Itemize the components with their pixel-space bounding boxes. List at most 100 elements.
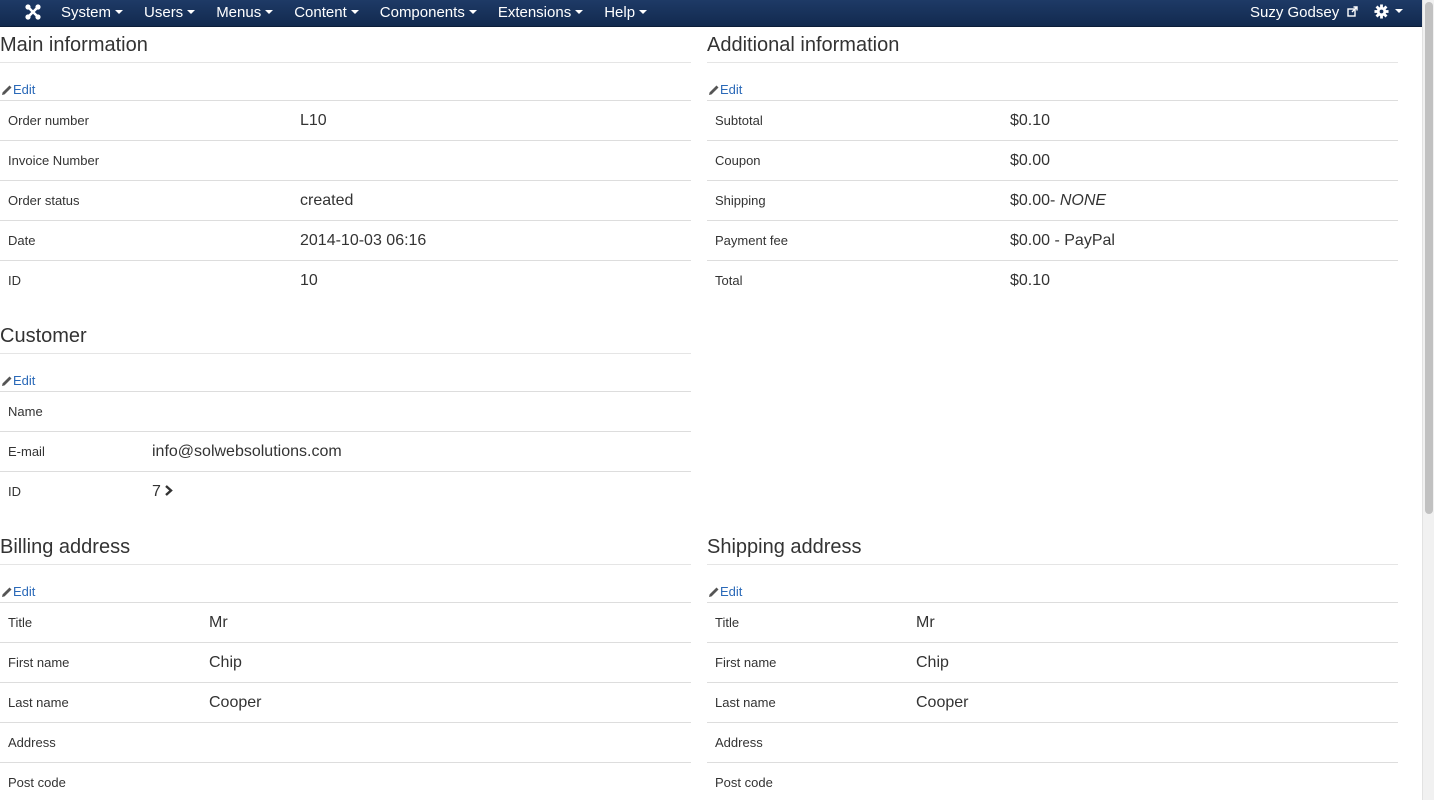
table-row: Post code (707, 763, 1398, 800)
menu-menus[interactable]: Menus (205, 0, 283, 27)
section-title: Additional information (707, 28, 1398, 63)
row-value: 10 (300, 271, 318, 289)
row-label: Title (715, 615, 740, 630)
row-label: ID (8, 484, 21, 500)
row-label: Payment fee (715, 233, 788, 248)
table-row: Last name Cooper (707, 683, 1398, 723)
table-row: Name (0, 392, 691, 432)
row-label: Address (8, 735, 56, 750)
row-value: $0.00 - PayPal (1010, 231, 1115, 249)
scrollbar-thumb[interactable] (1425, 2, 1433, 514)
table-row: Order number L10 (0, 101, 691, 141)
row-value (201, 763, 691, 800)
edit-billing-address-link[interactable]: Edit (0, 584, 35, 600)
menu-components[interactable]: Components (369, 0, 487, 27)
row-value: $0.10 (1010, 111, 1051, 129)
edit-additional-information-link[interactable]: Edit (707, 82, 742, 98)
gear-icon (1374, 4, 1389, 19)
caret-down-icon (468, 10, 477, 15)
row-value: Cooper (916, 693, 969, 711)
caret-down-icon (350, 10, 359, 15)
table-row: Address (0, 723, 691, 763)
row-value (144, 392, 691, 432)
row-label: Invoice Number (8, 153, 100, 168)
table-row: Shipping $0.00- NONE (707, 181, 1398, 221)
row-label: Order number (8, 113, 89, 128)
row-value: 2014-10-03 06:16 (300, 231, 427, 249)
table-row: Coupon $0.00 (707, 141, 1398, 181)
section-title: Main information (0, 28, 691, 63)
row-value: Mr (916, 613, 935, 631)
caret-down-icon (265, 10, 274, 15)
settings-dropdown[interactable] (1374, 4, 1403, 19)
row-value: Cooper (209, 693, 262, 711)
table-row: ID 10 (0, 261, 691, 301)
customer-table: Name E-mail info@solwebsolutions.com ID 7 (0, 391, 691, 512)
caret-down-icon (575, 10, 584, 15)
row-label: Coupon (715, 153, 761, 168)
row-value (908, 763, 1398, 800)
table-row: Last name Cooper (0, 683, 691, 723)
row-label: Last name (715, 695, 776, 710)
section-title: Customer (0, 319, 691, 354)
table-row: Post code (0, 763, 691, 800)
user-site-link[interactable]: Suzy Godsey (1250, 0, 1359, 25)
chevron-right-icon[interactable] (164, 485, 173, 496)
menu-system[interactable]: System (50, 0, 133, 27)
row-label: Last name (8, 695, 69, 710)
row-value: created (300, 191, 354, 209)
shipping-address-table: Title Mr First name Chip Last name Cooper A… (707, 602, 1398, 800)
row-value: Chip (209, 653, 242, 671)
joomla-logo-icon[interactable] (24, 3, 42, 21)
row-value: Chip (916, 653, 949, 671)
row-label: Address (715, 735, 763, 750)
edit-shipping-address-link[interactable]: Edit (707, 584, 742, 600)
table-row: Payment fee $0.00 - PayPal (707, 221, 1398, 261)
billing-address-table: Title Mr First name Chip Last name Cooper A… (0, 602, 691, 800)
row-value: $0.00- NONE (1010, 191, 1107, 209)
shipping-method: NONE (1059, 191, 1107, 209)
row-label: Title (8, 615, 33, 630)
row-value: $0.10 (1010, 271, 1051, 289)
menu-extensions[interactable]: Extensions (487, 0, 593, 27)
external-link-icon (1347, 6, 1359, 17)
edit-main-information-link[interactable]: Edit (0, 82, 35, 98)
row-label: First name (715, 655, 777, 670)
menu-help[interactable]: Help (593, 0, 657, 27)
page-scrollbar[interactable] (1422, 0, 1434, 800)
pencil-icon (2, 587, 12, 597)
main-menu: System Users Menus Content Components Ex… (50, 0, 657, 27)
row-label: Shipping (715, 193, 766, 208)
row-label: E-mail (8, 444, 45, 459)
edit-customer-link[interactable]: Edit (0, 373, 35, 389)
row-value: 7 (144, 472, 691, 512)
row-value: Mr (209, 613, 228, 631)
caret-down-icon (1395, 8, 1403, 13)
row-value (292, 141, 691, 181)
caret-down-icon (187, 10, 196, 15)
table-row: Address (707, 723, 1398, 763)
table-row: Title Mr (707, 603, 1398, 643)
additional-information-section: Additional information Edit Subtotal $0.1… (707, 28, 1398, 301)
row-label: ID (8, 273, 21, 289)
main-information-table: Order number L10 Invoice Number Order sta… (0, 100, 691, 301)
row-value: info@solwebsolutions.com (152, 442, 342, 460)
additional-information-table: Subtotal $0.10 Coupon $0.00 Shipping $0.00-… (707, 100, 1398, 301)
table-row: ID 7 (0, 472, 691, 512)
table-row: Invoice Number (0, 141, 691, 181)
pencil-icon (709, 587, 719, 597)
table-row: Total $0.10 (707, 261, 1398, 301)
row-label: Post code (8, 775, 66, 791)
row-label: Total (715, 273, 743, 289)
menu-content[interactable]: Content (283, 0, 369, 27)
billing-address-section: Billing address Edit Title Mr First name C… (0, 530, 691, 800)
row-label: First name (8, 655, 70, 670)
pencil-icon (2, 376, 12, 386)
row-value: $0.00 (1010, 151, 1051, 169)
section-title: Billing address (0, 530, 691, 565)
table-row: Order status created (0, 181, 691, 221)
main-information-section: Main information Edit Order number L10 In… (0, 28, 691, 301)
table-row: First name Chip (707, 643, 1398, 683)
top-navbar: System Users Menus Content Components Ex… (0, 0, 1422, 27)
menu-users[interactable]: Users (133, 0, 205, 27)
